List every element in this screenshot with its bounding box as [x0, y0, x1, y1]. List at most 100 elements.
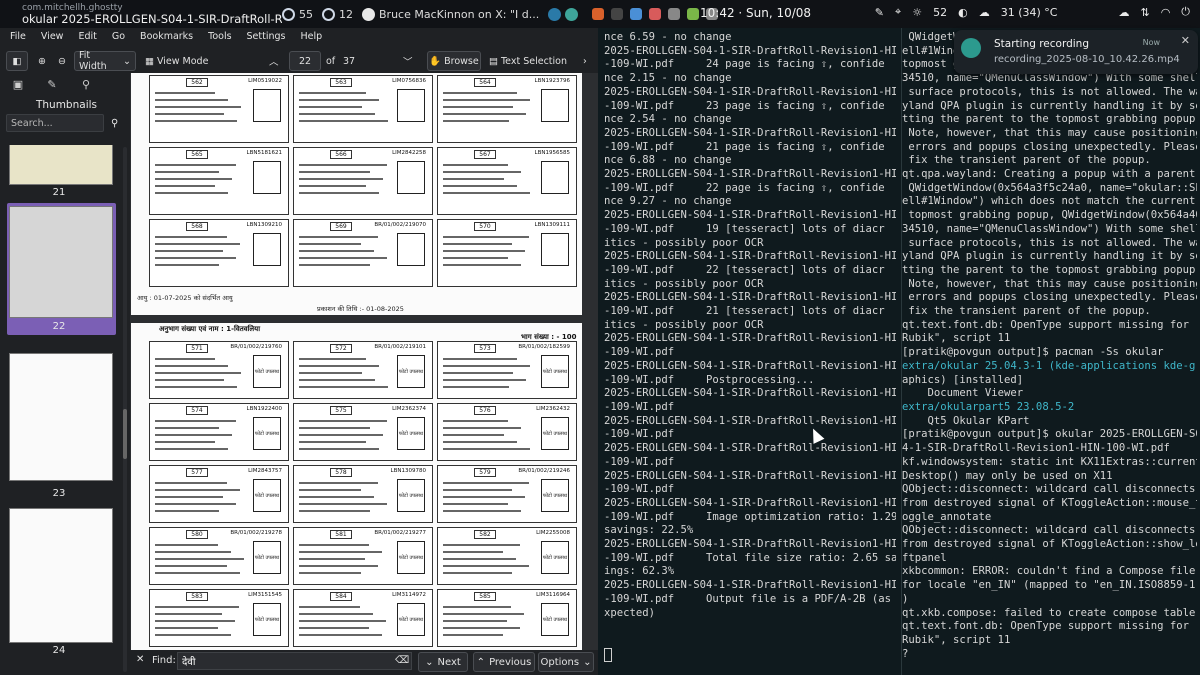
- filter-icon[interactable]: ⚲: [111, 118, 118, 129]
- text-line: [299, 482, 378, 484]
- menu-help[interactable]: Help: [301, 31, 323, 42]
- toolbar-overflow-button[interactable]: ›: [583, 56, 587, 67]
- terminal-line: [pratik@povgun output]$ pacman -Ss okula…: [902, 346, 1164, 359]
- thumbnail-page-24[interactable]: [9, 508, 113, 643]
- epic-number: LIM0756836: [392, 78, 426, 84]
- menu-go[interactable]: Go: [112, 31, 125, 42]
- terminal-line: QObject::disconnect: wildcard call disco…: [902, 524, 1196, 537]
- cloud-icon[interactable]: ☁: [1118, 6, 1129, 19]
- find-previous-button[interactable]: ⌃ Previous: [473, 652, 535, 672]
- recording-notification[interactable]: Starting recording recording_2025-08-10_…: [954, 30, 1198, 74]
- text-line: [299, 634, 382, 636]
- ghostty-icon[interactable]: [565, 7, 579, 21]
- app2-icon[interactable]: [687, 8, 700, 20]
- terminal-line: tting the parent to the topmost grabbing…: [902, 263, 1197, 276]
- terminal-line: Desktop() may only be used on X11: [902, 469, 1113, 482]
- page-total: 37: [343, 55, 356, 67]
- thumbnails-sidebar: ▣ ✎ ⚲ Thumbnails ⚲ 21 22 23 24: [6, 73, 127, 675]
- thumbnail-page-21[interactable]: [9, 145, 113, 185]
- terminal-icon[interactable]: [668, 8, 681, 20]
- pen-icon[interactable]: ✎: [875, 6, 884, 19]
- menu-bookmarks[interactable]: Bookmarks: [140, 31, 193, 42]
- thumbnail-page-23[interactable]: [9, 353, 113, 481]
- brightness-icon[interactable]: ☼: [912, 6, 922, 19]
- find-options-button[interactable]: Options ⌄: [538, 652, 594, 672]
- terminal-line: -109-WI.pdf Postprocessing...: [604, 373, 815, 386]
- view-mode-button[interactable]: ▦ View Mode: [145, 56, 208, 67]
- text-line: [155, 441, 215, 443]
- wifi-icon[interactable]: ◠: [1161, 6, 1171, 19]
- text-line: [443, 558, 516, 560]
- text-line: [155, 185, 215, 187]
- clock[interactable]: 10:42 · Sun, 10/08: [700, 6, 811, 20]
- menu-edit[interactable]: Edit: [78, 31, 96, 42]
- epic-number: LBN1309210: [246, 222, 282, 228]
- text-line: [443, 510, 521, 512]
- tab-thumbnails[interactable]: ▣: [6, 74, 30, 94]
- serial-number: 583: [186, 592, 208, 601]
- terminal-line: savings: 22.5%: [604, 524, 694, 537]
- sidebar-toggle-button[interactable]: ◧: [6, 51, 28, 71]
- pen-icon: ✎: [47, 77, 57, 91]
- close-find-icon[interactable]: ✕: [136, 654, 144, 665]
- thumbnail-page-22[interactable]: [9, 206, 113, 318]
- eyedropper-icon[interactable]: ⌖: [895, 5, 901, 19]
- workspace-indicator-1[interactable]: 55: [282, 7, 313, 21]
- files-icon[interactable]: [630, 8, 643, 20]
- next-page-button[interactable]: ﹀: [403, 54, 413, 68]
- thumbnail-scrollbar[interactable]: [123, 147, 127, 672]
- zoom-out-button[interactable]: ⊖: [58, 56, 66, 67]
- epic-number: LBN5181621: [246, 150, 282, 156]
- scrollbar-handle[interactable]: [123, 409, 127, 459]
- menu-file[interactable]: File: [10, 31, 26, 42]
- terminal-line: errors and popups closing unexpectedly. …: [902, 291, 1197, 304]
- epic-number: LIM2362374: [392, 406, 426, 412]
- terminal-pane-right[interactable]: QWidgetWi ell#1Wind topmost g 34510, name="…: [901, 28, 1197, 675]
- epic-number: LBN1923796: [534, 78, 570, 84]
- clear-input-icon[interactable]: ⌫: [395, 655, 409, 666]
- page-of-label: of: [326, 55, 336, 67]
- brave-icon[interactable]: [592, 8, 605, 20]
- app-icon[interactable]: [649, 8, 662, 20]
- find-next-button[interactable]: ⌄ Next: [418, 652, 468, 672]
- text-line: [443, 379, 526, 381]
- tab-annotations[interactable]: ✎: [40, 74, 64, 94]
- network-icon[interactable]: ⇅: [1140, 6, 1149, 19]
- previous-page-button[interactable]: ︿: [269, 54, 279, 68]
- terminal-line: qt.xkb.compose: failed to create compose…: [902, 606, 1196, 619]
- terminal-line: 2025-EROLLGEN-S04-1-SIR-DraftRoll-Revisi…: [604, 496, 896, 509]
- power-icon[interactable]: ⏻: [1181, 5, 1190, 19]
- find-input[interactable]: [177, 652, 412, 670]
- menu-settings[interactable]: Settings: [247, 31, 286, 42]
- tab-bookmarks[interactable]: ⚲: [74, 74, 98, 94]
- taskbar-tweet[interactable]: Bruce MacKinnon on X: "I d...: [362, 7, 539, 21]
- zoom-in-button[interactable]: ⊕: [38, 56, 46, 67]
- photo-placeholder: फोटो उपलब्ध: [253, 541, 281, 574]
- menu-tools[interactable]: Tools: [208, 31, 231, 42]
- browser-icon[interactable]: [548, 7, 562, 21]
- text-line: [443, 427, 521, 429]
- thumbnail-search-input[interactable]: [6, 114, 104, 132]
- document-view[interactable]: आयु : 01-07-2025 को संदर्भित आयु प्रकाशन…: [130, 73, 598, 650]
- page-number-input[interactable]: 22: [289, 51, 321, 71]
- text-line: [443, 448, 530, 450]
- serial-number: 568: [186, 222, 208, 231]
- night-light-icon[interactable]: ◐: [958, 6, 968, 19]
- image-icon: ▣: [12, 77, 24, 91]
- close-icon[interactable]: ✕: [1181, 34, 1190, 47]
- weather-text: 31 (34) °C: [1000, 5, 1058, 19]
- workspace-icon[interactable]: [611, 8, 624, 20]
- text-line: [299, 427, 370, 429]
- system-tray: ✎ ⌖ ☼ 52 ◐ ☁ 31 (34) °C ☁ ⇅ ◠ ⏻: [875, 5, 1190, 19]
- browse-tool-button[interactable]: ✋ Browse: [427, 51, 481, 71]
- menu-view[interactable]: View: [41, 31, 64, 42]
- terminal-window[interactable]: nce 6.59 - no change 2025-EROLLGEN-S04-1-…: [598, 28, 1200, 675]
- zoom-select[interactable]: Fit Width ⌄: [74, 50, 136, 72]
- terminal-pane-left[interactable]: nce 6.59 - no change 2025-EROLLGEN-S04-1-…: [604, 28, 896, 675]
- workspace-indicator-2[interactable]: 12: [322, 7, 353, 21]
- serial-number: 573: [474, 344, 496, 353]
- chevron-down-icon: ﹀: [403, 57, 413, 68]
- terminal-line: -109-WI.pdf 21 [tesseract] lots of diacr: [604, 305, 885, 318]
- text-selection-button[interactable]: ▤ Text Selection: [489, 56, 567, 67]
- text-line: [443, 613, 524, 615]
